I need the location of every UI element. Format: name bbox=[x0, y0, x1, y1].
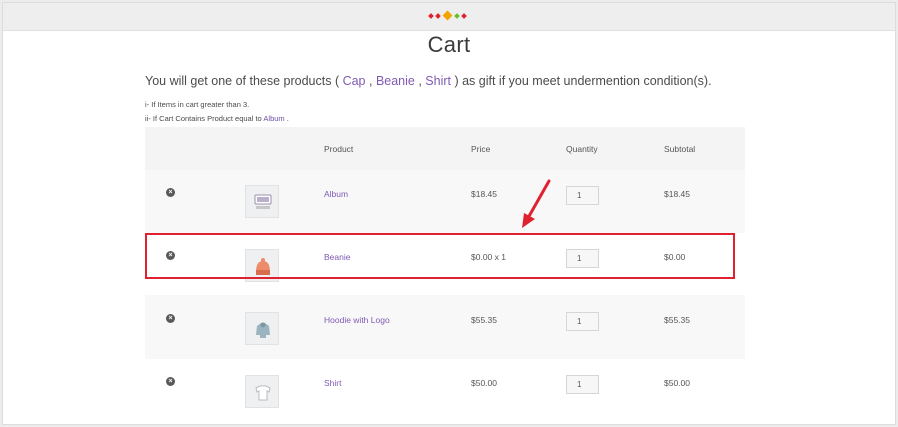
quantity-input[interactable]: 1 bbox=[566, 249, 599, 268]
condition-2-suffix: . bbox=[284, 114, 289, 123]
page-title: Cart bbox=[427, 32, 471, 57]
album-thumbnail[interactable] bbox=[245, 185, 279, 218]
product-price: $50.00 bbox=[471, 378, 497, 388]
quantity-input[interactable]: 1 bbox=[566, 312, 599, 331]
condition-2-text: ii- If Cart Contains Product equal to bbox=[145, 114, 264, 123]
gift-text-end: ) as gift if you meet undermention condi… bbox=[451, 74, 712, 88]
site-logo-diamonds bbox=[427, 10, 477, 22]
product-subtotal: $55.35 bbox=[664, 315, 690, 325]
header-quantity: Quantity bbox=[566, 144, 598, 154]
gift-link-beanie[interactable]: Beanie bbox=[376, 74, 415, 88]
site-header bbox=[3, 3, 895, 31]
gift-separator: , bbox=[414, 74, 426, 88]
remove-x-icon[interactable]: × bbox=[166, 251, 175, 260]
condition-2-album-link[interactable]: Album bbox=[263, 114, 284, 123]
product-subtotal: $18.45 bbox=[664, 189, 690, 199]
cart-table: Product Price Quantity Subtotal × Album … bbox=[145, 127, 745, 421]
hoodie-thumbnail[interactable] bbox=[245, 312, 279, 345]
product-link[interactable]: Hoodie with Logo bbox=[324, 315, 390, 325]
remove-x-icon[interactable]: × bbox=[166, 314, 175, 323]
remove-x-icon[interactable]: × bbox=[166, 188, 175, 197]
product-price: $18.45 bbox=[471, 189, 497, 199]
shirt-thumbnail[interactable] bbox=[245, 375, 279, 408]
quantity-input[interactable]: 1 bbox=[566, 186, 599, 205]
product-link[interactable]: Album bbox=[324, 189, 348, 199]
gift-message: You will get one of these products ( Cap… bbox=[145, 74, 712, 88]
condition-2: ii- If Cart Contains Product equal to Al… bbox=[145, 114, 289, 123]
remove-x-icon[interactable]: × bbox=[166, 377, 175, 386]
header-subtotal: Subtotal bbox=[664, 144, 696, 154]
gift-text-start: You will get one of these products ( bbox=[145, 74, 343, 88]
beanie-thumbnail[interactable] bbox=[245, 249, 279, 282]
product-subtotal: $50.00 bbox=[664, 378, 690, 388]
product-link[interactable]: Shirt bbox=[324, 378, 341, 388]
product-price: $55.35 bbox=[471, 315, 497, 325]
cart-row: × Shirt $50.00 1 $50.00 bbox=[145, 359, 745, 421]
header-price: Price bbox=[471, 144, 491, 154]
red-annotation-arrow bbox=[522, 179, 551, 228]
product-link[interactable]: Beanie bbox=[324, 252, 350, 262]
product-price: $0.00 x 1 bbox=[471, 252, 506, 262]
cart-table-header: Product Price Quantity Subtotal bbox=[145, 127, 745, 170]
cart-row: × Album $18.45 1 $18.45 bbox=[145, 170, 745, 232]
gift-separator: , bbox=[365, 74, 376, 88]
gift-link-cap[interactable]: Cap bbox=[343, 74, 366, 88]
gift-link-shirt[interactable]: Shirt bbox=[425, 74, 451, 88]
cart-row: × Beanie $0.00 x 1 1 $0.00 bbox=[145, 233, 745, 295]
browser-page: Cart You will get one of these products … bbox=[2, 2, 896, 425]
header-product: Product bbox=[324, 144, 354, 154]
product-subtotal: $0.00 bbox=[664, 252, 686, 262]
cart-row: × Hoodie with Logo $55.35 1 $55.35 bbox=[145, 296, 745, 358]
condition-1: i- If Items in cart greater than 3. bbox=[145, 100, 250, 109]
quantity-input[interactable]: 1 bbox=[566, 375, 599, 394]
